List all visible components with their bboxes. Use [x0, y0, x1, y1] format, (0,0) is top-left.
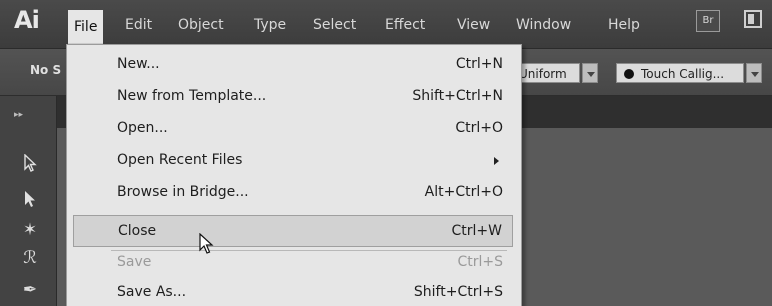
menu-item-shortcut: Shift+Ctrl+N — [412, 88, 503, 104]
menu-effect[interactable]: Effect — [379, 14, 431, 36]
menu-item-label: Save — [117, 254, 152, 270]
menu-file[interactable]: File — [68, 10, 104, 44]
brush-dropdown-arrow-icon[interactable] — [746, 63, 762, 83]
menu-item-new[interactable]: New... Ctrl+N — [73, 49, 513, 81]
illustrator-window: Ai File Edit Object Type Select Effect V… — [0, 0, 772, 306]
brush-name: Touch Callig... — [641, 67, 725, 81]
menu-help[interactable]: Help — [602, 14, 646, 36]
menu-item-shortcut: Ctrl+O — [455, 120, 503, 136]
menu-item-save: Save Ctrl+S — [73, 247, 513, 279]
selection-tool-icon[interactable] — [20, 153, 40, 174]
menu-item-close[interactable]: Close Ctrl+W — [73, 215, 513, 247]
menu-item-label: Browse in Bridge... — [117, 184, 249, 200]
profile-dropdown-arrow-icon[interactable] — [582, 63, 598, 83]
menu-item-label: Close — [118, 223, 157, 239]
variable-width-profile-select[interactable]: Uniform — [512, 63, 580, 83]
tools-panel: ▸▸ ✶ ℛ ✒ — [0, 96, 57, 306]
selection-status: No S — [30, 63, 62, 77]
lasso-tool-icon[interactable]: ℛ — [20, 248, 40, 268]
menu-item-shortcut: Ctrl+W — [451, 223, 502, 239]
pen-tool-icon[interactable]: ✒ — [20, 280, 40, 300]
menu-item-shortcut: Ctrl+S — [457, 254, 503, 270]
mouse-cursor-icon — [199, 232, 215, 259]
app-logo: Ai — [14, 6, 40, 34]
magic-wand-tool-icon[interactable]: ✶ — [20, 220, 40, 240]
brush-dot-icon — [624, 69, 634, 79]
menu-window[interactable]: Window — [510, 14, 577, 36]
menu-bar: Ai File Edit Object Type Select Effect V… — [0, 0, 772, 49]
workspace-switcher-icon[interactable] — [744, 10, 762, 28]
menu-item-shortcut: Alt+Ctrl+O — [424, 184, 503, 200]
menu-object[interactable]: Object — [172, 14, 230, 36]
menu-item-label: Open... — [117, 120, 168, 136]
menu-type[interactable]: Type — [248, 14, 292, 36]
menu-item-shortcut: Ctrl+N — [455, 56, 503, 72]
menu-edit[interactable]: Edit — [119, 14, 158, 36]
menu-item-shortcut: Shift+Ctrl+S — [413, 284, 503, 300]
menu-item-label: New... — [117, 56, 160, 72]
submenu-arrow-icon — [494, 157, 499, 165]
file-menu-dropdown: New... Ctrl+N New from Template... Shift… — [66, 44, 522, 306]
menu-item-browse-in-bridge[interactable]: Browse in Bridge... Alt+Ctrl+O — [73, 177, 513, 209]
menu-select[interactable]: Select — [307, 14, 362, 36]
brush-definition-select[interactable]: Touch Callig... — [616, 63, 744, 83]
direct-selection-tool-icon[interactable] — [20, 190, 40, 210]
menu-view[interactable]: View — [451, 14, 496, 36]
panel-collapse-icon[interactable]: ▸▸ — [14, 110, 23, 120]
menu-item-open[interactable]: Open... Ctrl+O — [73, 113, 513, 145]
menu-item-new-from-template[interactable]: New from Template... Shift+Ctrl+N — [73, 81, 513, 113]
menu-item-label: Open Recent Files — [117, 152, 243, 168]
menu-item-save-as[interactable]: Save As... Shift+Ctrl+S — [73, 277, 513, 306]
bridge-button[interactable]: Br — [696, 10, 720, 32]
menu-item-open-recent-files[interactable]: Open Recent Files — [73, 145, 513, 177]
menu-item-label: New from Template... — [117, 88, 267, 104]
menu-item-label: Save As... — [117, 284, 187, 300]
